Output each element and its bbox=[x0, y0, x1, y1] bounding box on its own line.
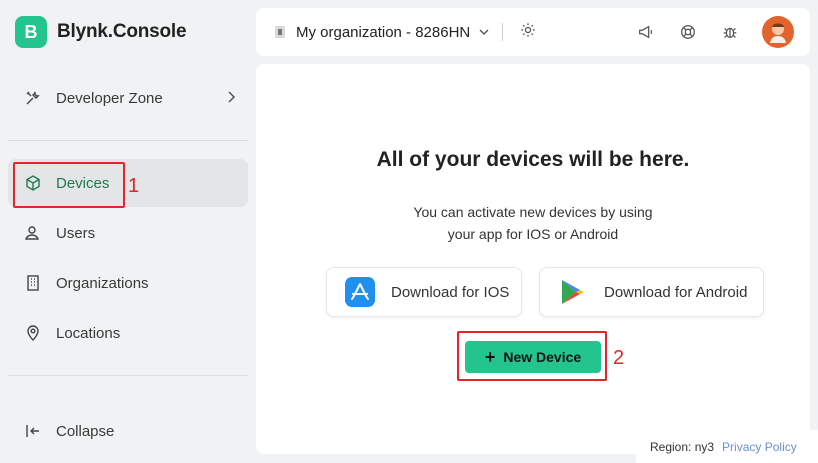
brand-logo: B bbox=[15, 16, 47, 48]
location-pin-icon bbox=[24, 324, 42, 342]
annotation-box-1 bbox=[13, 162, 125, 208]
collapse-icon bbox=[24, 422, 42, 440]
divider bbox=[8, 140, 248, 141]
sidebar: B Blynk.Console Developer Zone Devices U… bbox=[0, 0, 256, 463]
description-line-1: You can activate new devices by using bbox=[413, 204, 653, 220]
footer: Region: ny3 Privacy Policy bbox=[636, 430, 818, 463]
download-ios-label: Download for IOS bbox=[391, 283, 510, 301]
main-content: All of your devices will be here. You ca… bbox=[256, 64, 810, 454]
empty-state-headline: All of your devices will be here. bbox=[376, 148, 690, 171]
organization-selector[interactable]: My organization - 8286HN bbox=[272, 24, 490, 41]
separator bbox=[502, 23, 504, 41]
privacy-policy-link[interactable]: Privacy Policy bbox=[722, 440, 797, 454]
app-store-icon bbox=[345, 277, 375, 307]
building-icon bbox=[24, 274, 42, 292]
google-play-icon bbox=[558, 277, 588, 307]
divider bbox=[8, 375, 248, 376]
users-icon bbox=[24, 224, 42, 242]
bug-icon[interactable] bbox=[720, 22, 740, 42]
annotation-number-1: 1 bbox=[128, 175, 140, 197]
gear-icon[interactable] bbox=[519, 21, 537, 44]
download-android-button[interactable]: Download for Android bbox=[539, 267, 764, 317]
empty-state-description: You can activate new devices by using yo… bbox=[256, 201, 810, 245]
sidebar-item-locations[interactable]: Locations bbox=[8, 309, 248, 357]
annotation-box-2 bbox=[457, 331, 607, 381]
chevron-right-icon bbox=[228, 91, 236, 103]
organization-icon bbox=[272, 24, 288, 40]
sidebar-item-label: Organizations bbox=[56, 274, 149, 292]
sidebar-item-users[interactable]: Users bbox=[8, 209, 248, 257]
megaphone-icon[interactable] bbox=[636, 22, 656, 42]
region-label: Region: ny3 bbox=[650, 439, 715, 454]
sidebar-collapse-button[interactable]: Collapse bbox=[8, 407, 248, 455]
download-ios-button[interactable]: Download for IOS bbox=[326, 267, 522, 317]
sidebar-item-organizations[interactable]: Organizations bbox=[8, 259, 248, 307]
sidebar-item-label: Developer Zone bbox=[56, 89, 163, 107]
brand[interactable]: B Blynk.Console bbox=[15, 16, 187, 48]
organization-name: My organization - 8286HN bbox=[296, 23, 471, 41]
tools-icon bbox=[24, 89, 42, 107]
help-lifebuoy-icon[interactable] bbox=[678, 22, 698, 42]
download-android-label: Download for Android bbox=[604, 283, 748, 301]
sidebar-item-label: Locations bbox=[56, 324, 121, 342]
top-bar: My organization - 8286HN bbox=[256, 8, 810, 56]
user-avatar[interactable] bbox=[762, 16, 794, 48]
sidebar-item-label: Users bbox=[56, 224, 96, 242]
brand-name: Blynk.Console bbox=[57, 21, 187, 42]
description-line-2: your app for IOS or Android bbox=[447, 226, 619, 242]
chevron-down-icon bbox=[479, 29, 489, 35]
sidebar-item-developer-zone[interactable]: Developer Zone bbox=[8, 74, 248, 122]
collapse-label: Collapse bbox=[56, 422, 115, 440]
annotation-number-2: 2 bbox=[613, 347, 625, 369]
